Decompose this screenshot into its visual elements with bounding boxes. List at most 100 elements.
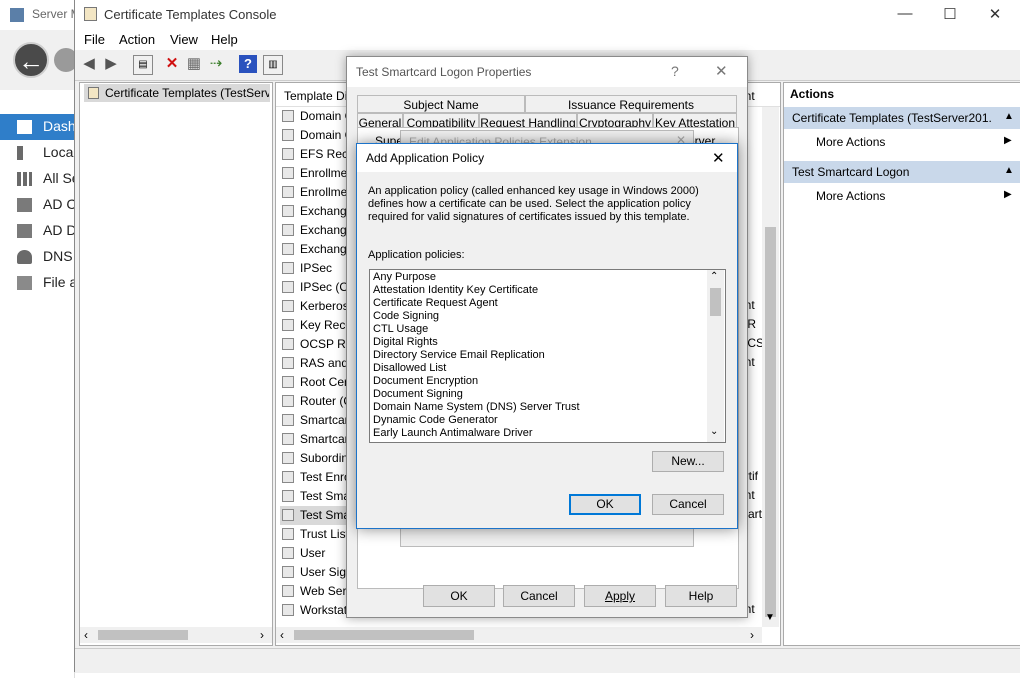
- scroll-thumb[interactable]: [294, 630, 474, 640]
- sidebar-item-dns[interactable]: DNS: [0, 244, 74, 270]
- list-vertical-scrollbar[interactable]: ▼: [762, 107, 779, 627]
- tree-item-certificate-templates[interactable]: Certificate Templates (TestServer: [84, 84, 270, 102]
- tab-subject-name[interactable]: Subject Name: [357, 95, 525, 113]
- scroll-left-icon[interactable]: ‹: [280, 628, 284, 642]
- scroll-right-icon[interactable]: ›: [260, 628, 264, 642]
- scroll-down-icon[interactable]: ⌄: [710, 426, 718, 437]
- list-item[interactable]: Code Signing: [373, 310, 439, 323]
- scroll-up-icon[interactable]: ⌃: [710, 271, 718, 282]
- table-row[interactable]: IPSec: [280, 259, 356, 278]
- show-hide-action-pane-icon[interactable]: ▥: [263, 55, 283, 75]
- table-row[interactable]: Router (O: [280, 392, 356, 411]
- action-more-actions[interactable]: More Actions ▶: [784, 187, 1020, 205]
- table-row[interactable]: Subordina: [280, 449, 356, 468]
- properties-apply-button[interactable]: Apply: [584, 585, 656, 607]
- menu-view[interactable]: View: [170, 32, 198, 47]
- table-row[interactable]: Key Reco: [280, 316, 356, 335]
- scroll-left-icon[interactable]: ‹: [84, 628, 88, 642]
- sidebar-item-file-services[interactable]: File a: [0, 270, 77, 296]
- sidebar-item-local[interactable]: Local: [0, 140, 76, 166]
- collapse-up-icon[interactable]: ▲: [1004, 165, 1014, 176]
- close-button[interactable]: ✕: [985, 5, 1005, 23]
- table-row[interactable]: Trust List: [280, 525, 356, 544]
- add-dialog-cancel-button[interactable]: Cancel: [652, 494, 724, 515]
- forward-arrow-icon[interactable]: ▶: [102, 55, 120, 73]
- table-row[interactable]: Exchange: [280, 221, 356, 240]
- tree-horizontal-scrollbar[interactable]: ‹ ›: [80, 627, 272, 643]
- actions-section-test-smartcard-logon[interactable]: Test Smartcard Logon ▲: [784, 161, 1020, 183]
- list-item[interactable]: Certificate Request Agent: [373, 297, 498, 310]
- actions-section-certificate-templates[interactable]: Certificate Templates (TestServer201... …: [784, 107, 1020, 129]
- list-item[interactable]: Digital Rights: [373, 336, 438, 349]
- delete-icon[interactable]: ✕: [163, 55, 181, 73]
- table-row[interactable]: IPSec (Of: [280, 278, 356, 297]
- table-row[interactable]: User: [280, 544, 356, 563]
- table-row[interactable]: Domain C: [280, 107, 356, 126]
- properties-ok-button[interactable]: OK: [423, 585, 495, 607]
- new-policy-button[interactable]: New...: [652, 451, 724, 472]
- sidebar-item-dashboard[interactable]: Dash: [0, 114, 76, 140]
- context-help-button[interactable]: ?: [671, 63, 679, 79]
- server-icon: [17, 146, 23, 160]
- table-row[interactable]: Test Enrol: [280, 468, 356, 487]
- collapse-up-icon[interactable]: ▲: [1004, 111, 1014, 122]
- table-row[interactable]: Domain C: [280, 126, 356, 145]
- list-item[interactable]: Directory Service Email Replication: [373, 349, 545, 362]
- table-row[interactable]: Workstation: [280, 601, 356, 620]
- maximize-button[interactable]: ☐: [940, 5, 960, 23]
- properties-help-button[interactable]: Help: [665, 585, 737, 607]
- list-item[interactable]: Document Encryption: [373, 375, 478, 388]
- properties-icon[interactable]: ▦: [185, 55, 203, 73]
- list-item[interactable]: Any Purpose: [373, 271, 436, 284]
- list-item[interactable]: CTL Usage: [373, 323, 428, 336]
- menu-help[interactable]: Help: [211, 32, 238, 47]
- table-row[interactable]: RAS and I: [280, 354, 356, 373]
- scroll-thumb[interactable]: [765, 227, 776, 617]
- show-hide-tree-icon[interactable]: ▤: [133, 55, 153, 75]
- table-row[interactable]: Smartcar: [280, 430, 356, 449]
- back-button[interactable]: ←: [13, 42, 49, 78]
- ad-cs-icon: [17, 198, 32, 212]
- table-row[interactable]: User Sign: [280, 563, 356, 582]
- sidebar-item-all-servers[interactable]: All Se: [0, 166, 80, 192]
- table-row[interactable]: Web Serv: [280, 582, 356, 601]
- list-item[interactable]: Dynamic Code Generator: [373, 414, 498, 427]
- menu-file[interactable]: File: [84, 32, 105, 47]
- table-row[interactable]: Test Smar: [280, 487, 356, 506]
- table-row[interactable]: Root Cert: [280, 373, 356, 392]
- table-row[interactable]: Kerberos: [280, 297, 356, 316]
- tab-issuance-requirements[interactable]: Issuance Requirements: [525, 95, 737, 113]
- scroll-thumb[interactable]: [98, 630, 188, 640]
- table-row[interactable]: Enrollmen: [280, 164, 356, 183]
- table-row[interactable]: EFS Reco: [280, 145, 356, 164]
- policies-vertical-scrollbar[interactable]: ⌃ ⌄: [707, 270, 724, 442]
- list-item[interactable]: Disallowed List: [373, 362, 446, 375]
- application-policies-listbox[interactable]: Any Purpose Attestation Identity Key Cert…: [369, 269, 726, 443]
- add-dialog-ok-button[interactable]: OK: [569, 494, 641, 515]
- add-dialog-close-button[interactable]: ✕: [712, 149, 725, 167]
- table-row[interactable]: Exchange: [280, 202, 356, 221]
- export-icon[interactable]: ⇢: [207, 55, 225, 73]
- help-icon[interactable]: ?: [239, 55, 257, 73]
- table-row[interactable]: Test Smar: [280, 506, 356, 525]
- minimize-button[interactable]: —: [895, 5, 915, 22]
- scroll-thumb[interactable]: [710, 288, 721, 316]
- list-horizontal-scrollbar[interactable]: ‹ ›: [276, 627, 762, 643]
- properties-cancel-button[interactable]: Cancel: [503, 585, 575, 607]
- sidebar-item-ad-cs[interactable]: AD C: [0, 192, 76, 218]
- sidebar-item-ad-ds[interactable]: AD D: [0, 218, 76, 244]
- table-row[interactable]: Enrollmen: [280, 183, 356, 202]
- scroll-down-icon[interactable]: ▼: [765, 612, 775, 623]
- table-row[interactable]: OCSP Res: [280, 335, 356, 354]
- scroll-right-icon[interactable]: ›: [750, 628, 754, 642]
- list-item[interactable]: Document Signing: [373, 388, 463, 401]
- table-row[interactable]: Smartcar: [280, 411, 356, 430]
- properties-close-button[interactable]: ✕: [715, 62, 728, 80]
- certificate-template-icon: [282, 490, 294, 502]
- list-item[interactable]: Domain Name System (DNS) Server Trust: [373, 401, 580, 414]
- back-arrow-icon[interactable]: ◀: [80, 55, 98, 73]
- action-more-actions[interactable]: More Actions ▶: [784, 133, 1020, 151]
- table-row[interactable]: Exchange: [280, 240, 356, 259]
- list-item[interactable]: Attestation Identity Key Certificate: [373, 284, 538, 297]
- menu-action[interactable]: Action: [119, 32, 155, 47]
